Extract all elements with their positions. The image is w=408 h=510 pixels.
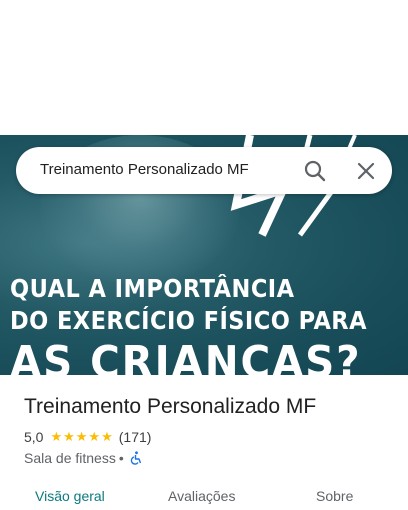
rating-stars: ★★★★★ [50,429,114,444]
review-count[interactable]: (171) [119,429,152,445]
rating-row[interactable]: 5,0 ★★★★★ (171) [24,429,151,445]
close-icon[interactable] [353,158,379,184]
place-tabs: Visão geral Avaliações Sobre [0,476,408,510]
photo-headline-line-3: AS CRIANÇAS? [10,337,362,375]
search-input[interactable]: Treinamento Personalizado MF [40,161,295,178]
search-bar[interactable]: Treinamento Personalizado MF [16,147,392,194]
photo-headline-line-2: DO EXERCÍCIO FÍSICO PARA [10,306,367,335]
tab-overview[interactable]: Visão geral [35,488,105,504]
place-category[interactable]: Sala de fitness [24,450,116,466]
map-blank-area [0,0,408,135]
tab-about[interactable]: Sobre [316,488,353,504]
rating-value: 5,0 [24,429,44,445]
wheelchair-icon[interactable] [129,451,143,465]
photo-headline-line-1: QUAL A IMPORTÂNCIA [10,274,295,303]
place-name: Treinamento Personalizado MF [24,395,317,418]
search-icon[interactable] [302,158,328,184]
category-row: Sala de fitness • [24,450,143,466]
tab-reviews[interactable]: Avaliações [168,488,235,504]
separator-dot: • [118,450,124,466]
